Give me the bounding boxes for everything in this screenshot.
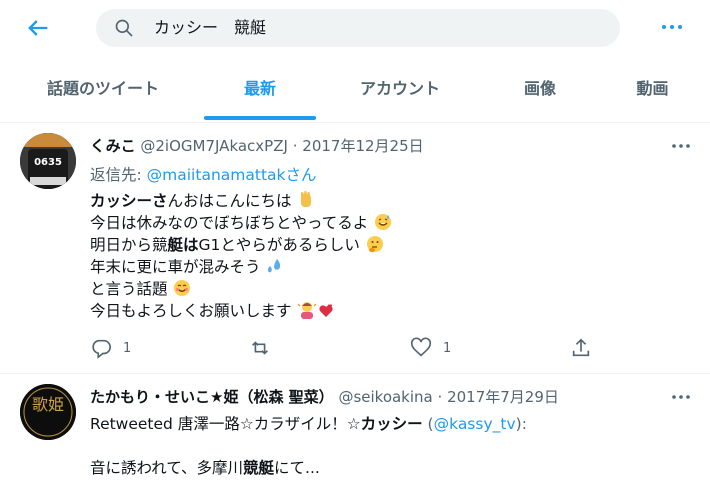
tab-accounts[interactable]: アカウント [340,60,460,120]
avatar[interactable]: 0635 [20,133,76,189]
tweet-text-line: カッシーさんおはこんにちは [90,189,315,211]
avatar-image: 歌姫 [20,384,76,440]
sweat-smile-emoji-icon [375,214,392,230]
tweet-text-line: 年末に更に車が混みそう [90,255,284,277]
author-name[interactable]: くみこ [90,137,136,155]
tweet[interactable]: 0635 くみこ @2iOGM7JAkacxPZJ · 2017年12月25日 … [0,123,710,374]
top-bar: カッシー 競艇 [0,0,710,58]
active-tab-indicator [204,116,316,120]
tweet-more-icon[interactable] [670,139,692,153]
search-input[interactable]: カッシー 競艇 [96,9,620,47]
bowing-person-emoji-icon [298,302,317,319]
reply-count: 1 [123,341,132,356]
separator: · [437,388,443,406]
like-count: 1 [443,341,452,356]
author-handle[interactable]: @2iOGM7JAkacxPZJ [140,137,288,155]
two-hearts-emoji-icon [319,304,334,317]
tweet-text-line: 音に誘われて、多摩川競艇にて... [90,459,320,477]
tab-videos[interactable]: 動画 [615,60,690,120]
author-name[interactable]: たかもり・せいこ★姫（松森 聖菜） [90,388,334,406]
tweet-text-line: 明日から競艇はG1とやらがあるらしい [90,233,384,255]
search-query: カッシー 競艇 [154,18,267,37]
raised-hand-emoji-icon [301,191,312,207]
like-button[interactable]: 1 [410,337,470,361]
sweat-droplets-emoji-icon [268,259,281,273]
tab-latest[interactable]: 最新 [204,60,316,120]
retweet-button[interactable] [249,337,289,361]
search-tabs: 話題のツイート 最新 アカウント 画像 動画 [0,60,710,123]
tweet-text-line: 今日は休みなのでぼちぼちとやってるよ [90,211,392,233]
tweet-text-line: と言う話題 [90,277,191,299]
reply-to-handle[interactable]: @maiitanamattak [147,166,286,184]
tweet-date[interactable]: 2017年7月29日 [447,388,559,406]
avatar[interactable]: 歌姫 [20,384,76,440]
smiling-face-emoji-icon [174,280,191,296]
reply-button[interactable]: 1 [90,337,150,361]
tweet[interactable]: 歌姫 たかもり・せいこ★姫（松森 聖菜） @seikoakina · 2017年… [0,374,710,494]
search-icon [115,19,133,37]
separator: · [292,137,298,155]
reply-to-line: 返信先: @maiitanamattakさん [90,166,317,184]
heart-icon [410,337,432,357]
thinking-face-emoji-icon [366,236,383,252]
more-options-icon[interactable] [658,16,686,38]
share-icon [572,338,590,357]
retweet-icon [252,341,268,355]
tweet-more-icon[interactable] [670,390,692,404]
tab-photos[interactable]: 画像 [500,60,580,120]
tweet-date[interactable]: 2017年12月25日 [302,137,423,155]
reply-icon [92,339,111,359]
avatar-image: 0635 [20,133,76,189]
tweet-text-line: 今日もよろしくお願いします [90,299,334,321]
avatar-text: 0635 [34,157,62,168]
author-handle[interactable]: @seikoakina [338,388,432,406]
retweet-line: Retweeted 唐澤一路☆カラザイル！☆カッシー (@kassy_tv): [90,415,527,433]
tab-top[interactable]: 話題のツイート [28,60,178,120]
avatar-text: 歌姫 [32,395,64,414]
share-button[interactable] [570,337,594,361]
back-arrow-icon[interactable] [24,14,52,42]
retweet-handle[interactable]: @kassy_tv [434,415,516,433]
